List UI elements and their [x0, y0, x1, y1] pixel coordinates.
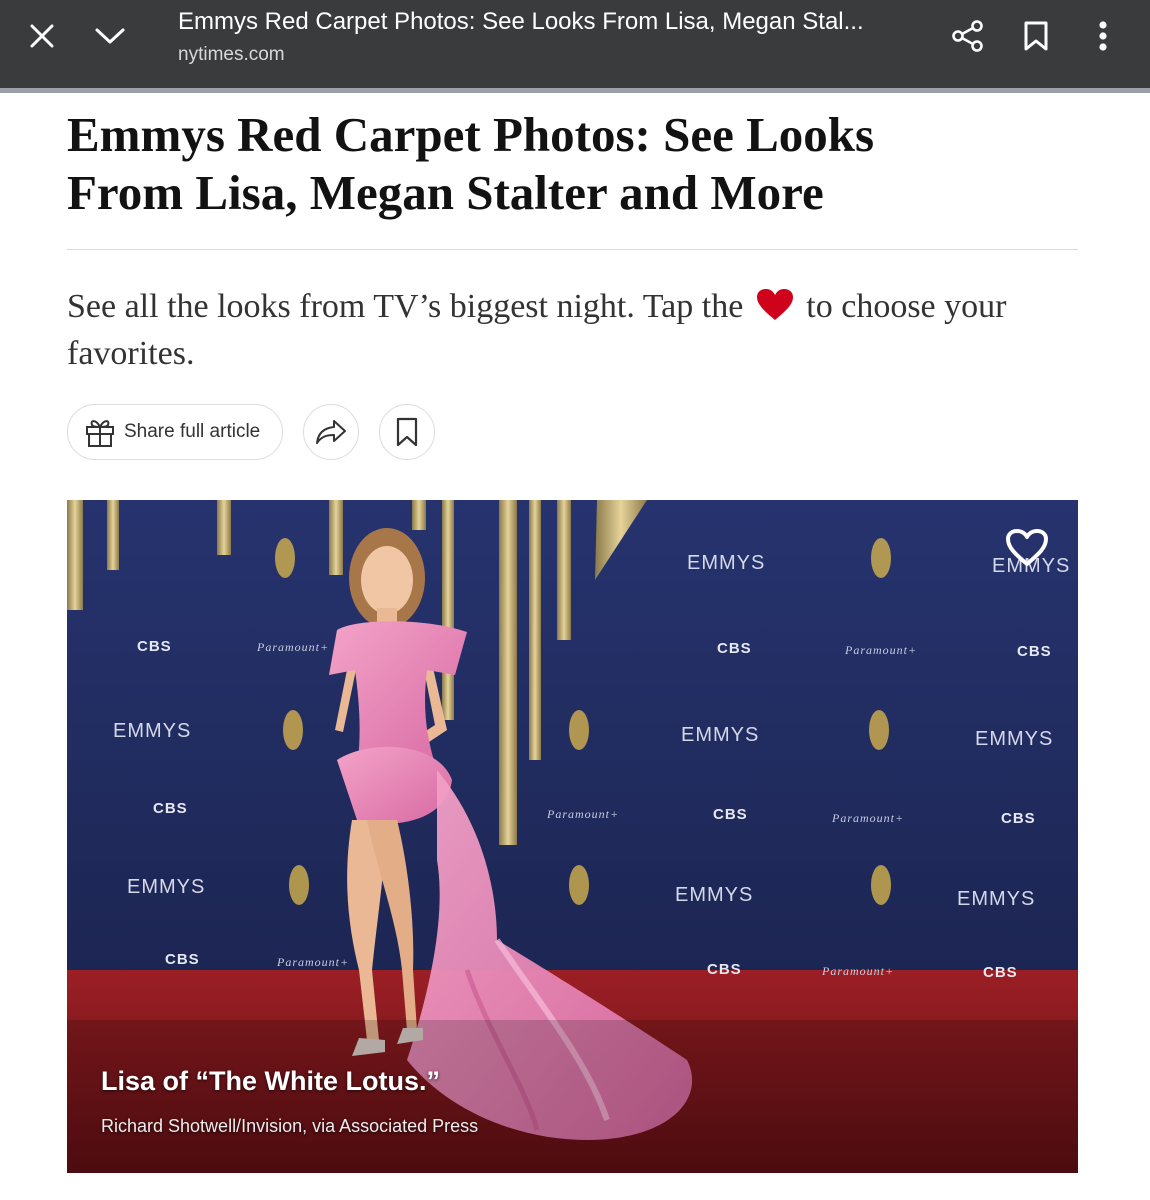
- backdrop-emmys-text: EMMYS: [681, 724, 760, 746]
- backdrop-paramount-text: Paramount+: [257, 640, 330, 654]
- divider: [67, 249, 1078, 250]
- backdrop-cbs-text: CBS: [713, 806, 748, 823]
- backdrop-cbs-text: CBS: [1001, 810, 1036, 827]
- backdrop-paramount-text: Paramount+: [547, 807, 620, 821]
- save-button-article[interactable]: [379, 404, 435, 460]
- article-headline: Emmys Red Carpet Photos: See Looks From …: [67, 107, 875, 220]
- bookmark-outline-icon: [396, 417, 418, 447]
- share-icon: [952, 20, 983, 52]
- page-title: Emmys Red Carpet Photos: See Looks From …: [178, 8, 864, 35]
- summary-text-before: See all the looks from TV’s biggest nigh…: [67, 288, 744, 325]
- backdrop-cbs-text: CBS: [707, 961, 742, 978]
- backdrop-cbs-text: CBS: [717, 640, 752, 657]
- favorite-heart-button[interactable]: [1005, 528, 1049, 573]
- share-full-article-button[interactable]: Share full article: [67, 404, 283, 460]
- gift-icon: [86, 420, 114, 447]
- backdrop-cbs-text: CBS: [1017, 643, 1052, 660]
- article-photo[interactable]: EMMYS EMMYS EMMYS EMMYS EMMYS EMMYS EMMY…: [67, 500, 1078, 1173]
- backdrop-paramount-text: Paramount+: [277, 955, 350, 969]
- load-bar: [0, 88, 1150, 93]
- backdrop-emmys-text: EMMYS: [975, 728, 1054, 750]
- backdrop-paramount-text: Paramount+: [822, 964, 895, 978]
- heart-icon: [756, 288, 794, 333]
- backdrop-emmys-text: EMMYS: [675, 884, 754, 906]
- more-vert-icon: [1099, 21, 1107, 51]
- heart-outline-icon: [1006, 529, 1048, 566]
- page-url: nytimes.com: [178, 44, 285, 65]
- backdrop-emmys-text: EMMYS: [113, 720, 192, 742]
- backdrop-paramount-text: Paramount+: [832, 811, 905, 825]
- photo-credit: Richard Shotwell/Invision, via Associate…: [101, 1116, 479, 1136]
- backdrop-cbs-text: CBS: [983, 964, 1018, 981]
- close-icon: [30, 24, 54, 48]
- backdrop-paramount-text: Paramount+: [845, 643, 918, 657]
- share-full-article-label: Share full article: [124, 421, 261, 442]
- article-summary: See all the looks from TV’s biggest nigh…: [67, 286, 1067, 375]
- browser-top-bar: Emmys Red Carpet Photos: See Looks From …: [0, 0, 1150, 93]
- bookmark-button[interactable]: [1016, 16, 1056, 56]
- backdrop-cbs-text: CBS: [137, 638, 172, 655]
- share-button-article[interactable]: [303, 404, 359, 460]
- backdrop-cbs-text: CBS: [165, 951, 200, 968]
- backdrop-emmys-text: EMMYS: [687, 552, 766, 574]
- backdrop-cbs-text: CBS: [153, 800, 188, 817]
- bookmark-icon: [1024, 21, 1048, 51]
- close-button[interactable]: [22, 16, 62, 56]
- share-arrow-icon: [316, 420, 346, 444]
- backdrop-emmys-text: EMMYS: [957, 888, 1036, 910]
- collapse-button[interactable]: [88, 16, 132, 56]
- share-button[interactable]: [946, 16, 990, 56]
- chevron-down-icon: [95, 28, 125, 44]
- more-options-button[interactable]: [1086, 16, 1120, 56]
- backdrop-emmys-text: EMMYS: [127, 876, 206, 898]
- photo-caption: Lisa of “The White Lotus.”: [101, 1066, 440, 1096]
